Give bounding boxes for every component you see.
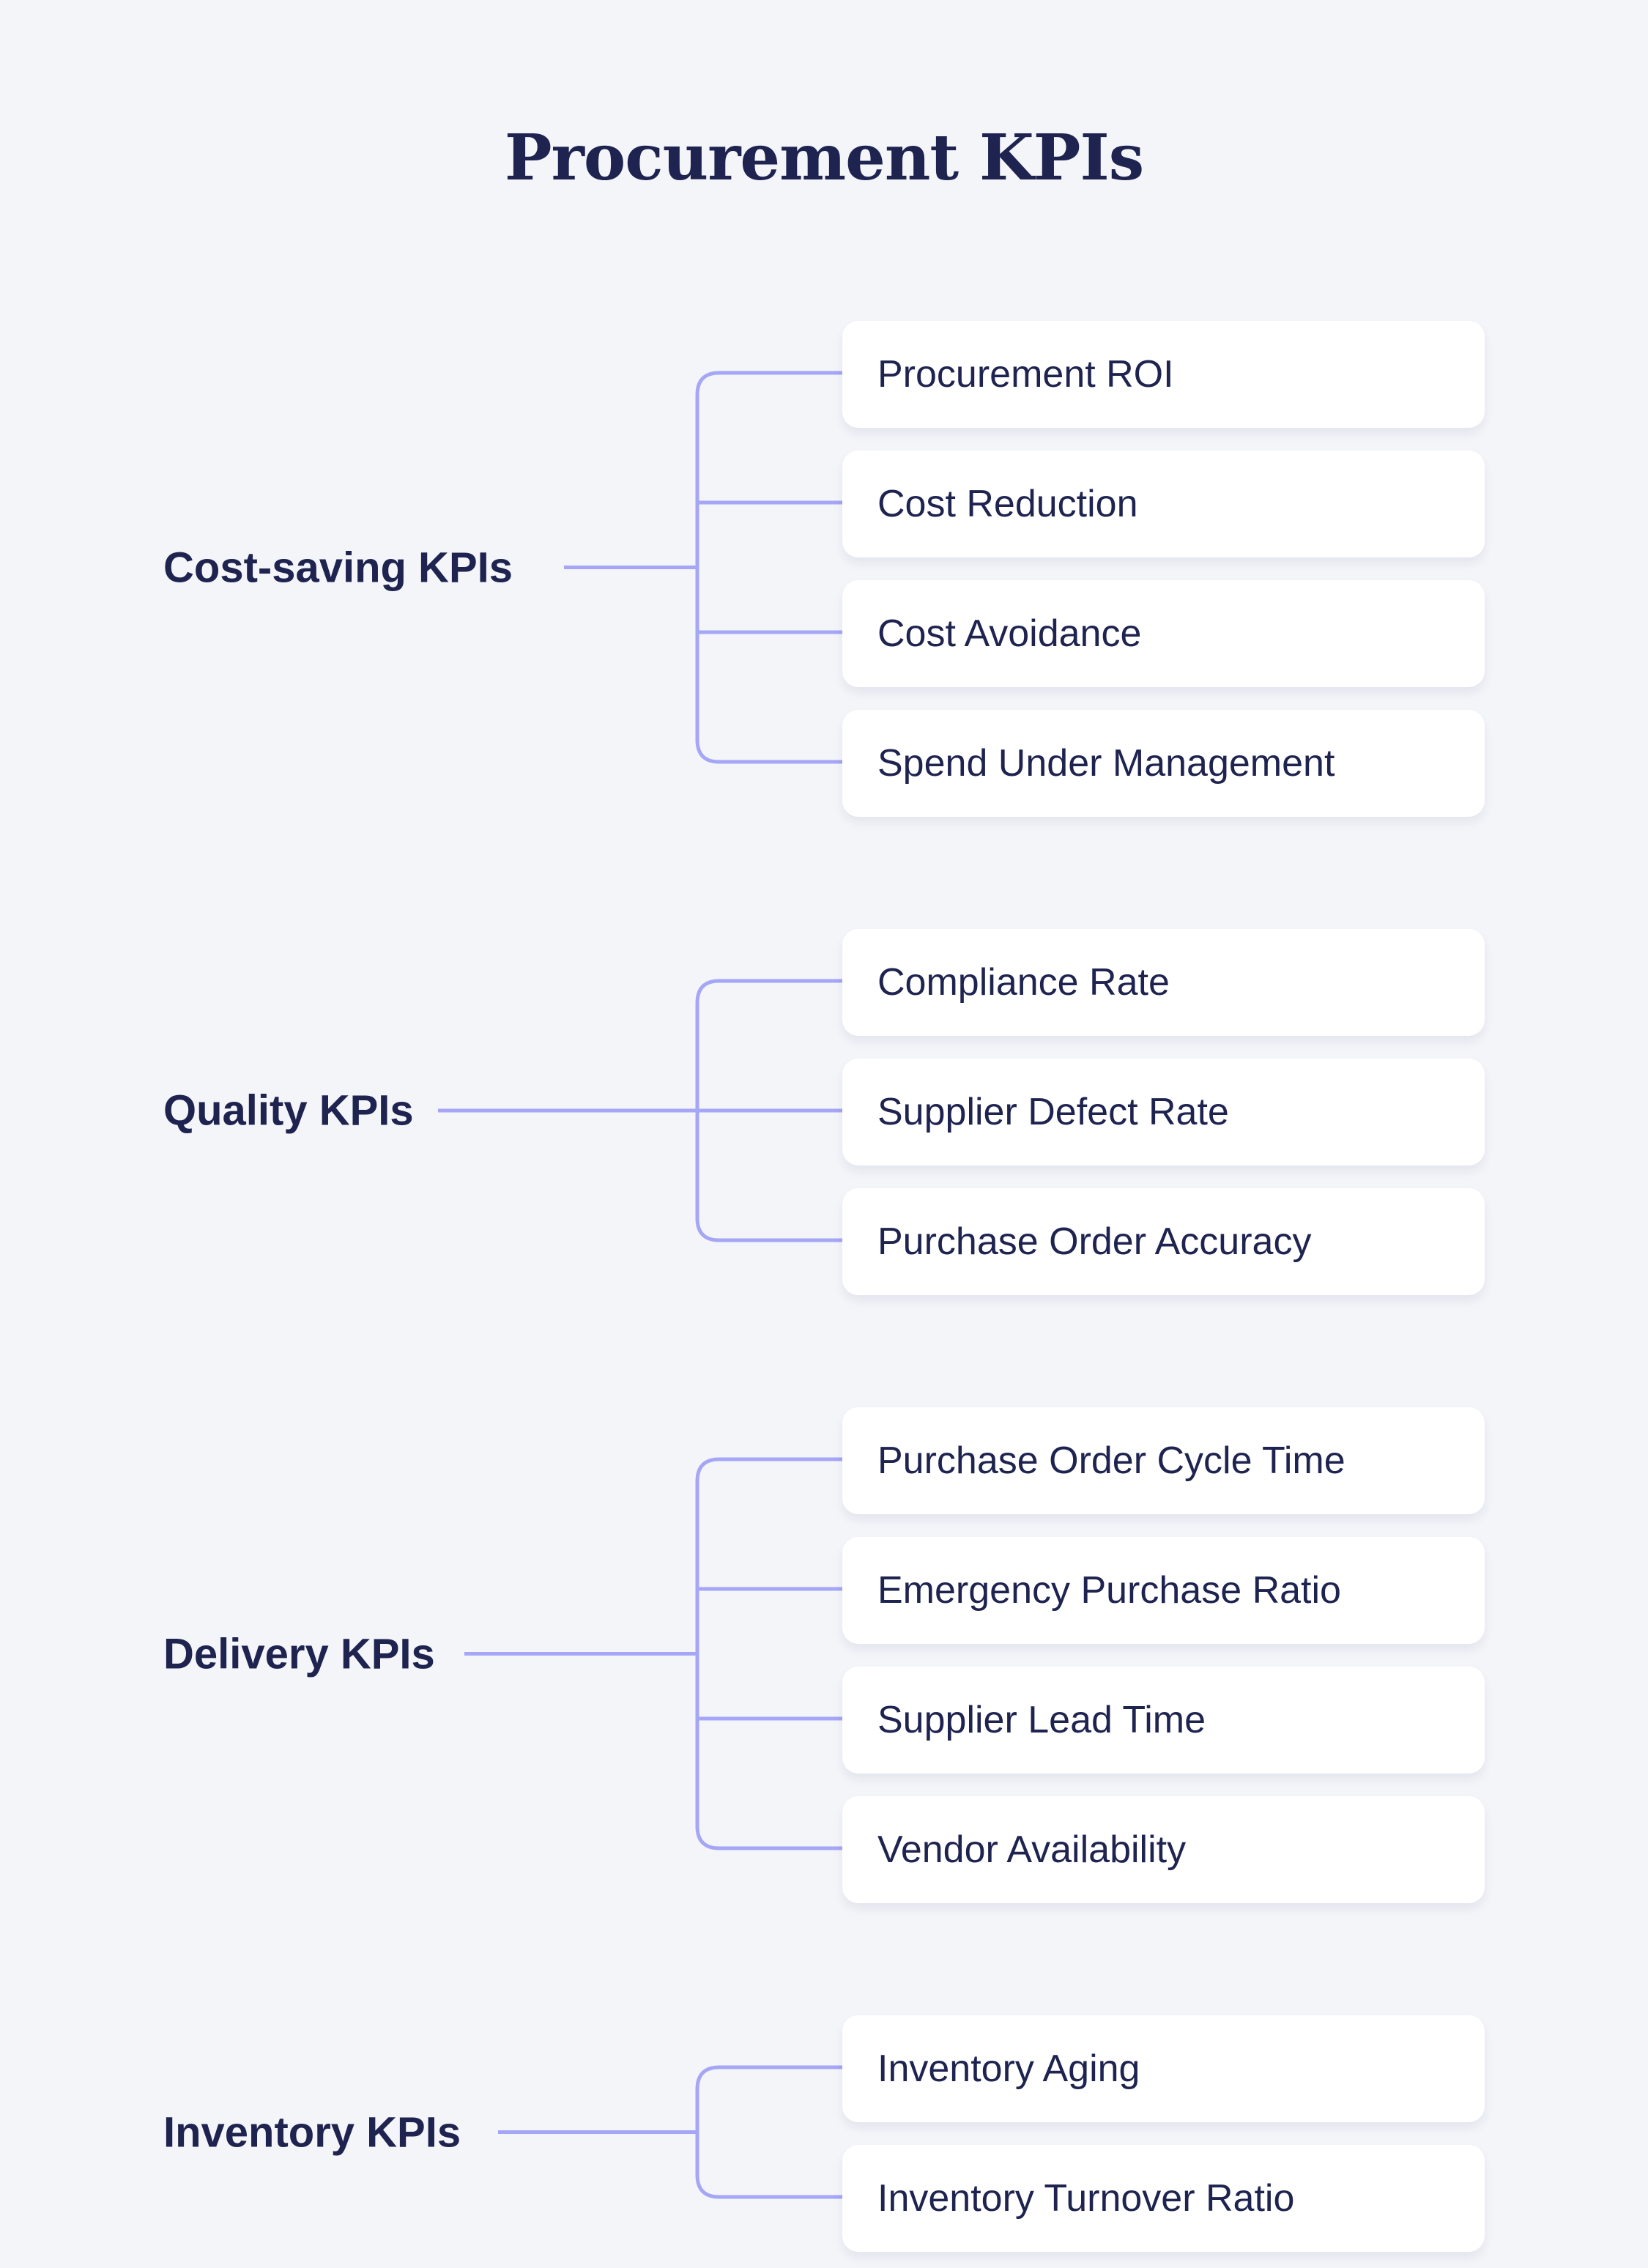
kpi-card-label: Spend Under Management xyxy=(877,742,1335,785)
bracket-connector xyxy=(695,371,842,764)
kpi-card-label: Compliance Rate xyxy=(877,961,1170,1004)
group-label: Inventory KPIs xyxy=(163,2108,461,2156)
bracket-connector xyxy=(695,1457,842,1850)
kpi-card: Cost Reduction xyxy=(842,451,1485,557)
kpi-card-label: Supplier Defect Rate xyxy=(877,1091,1229,1133)
kpi-card: Spend Under Management xyxy=(842,710,1485,817)
kpi-card: Supplier Defect Rate xyxy=(842,1059,1485,1166)
kpi-card: Vendor Availability xyxy=(842,1796,1485,1903)
bracket-connector xyxy=(695,2065,842,2199)
kpi-card: Inventory Turnover Ratio xyxy=(842,2145,1485,2252)
group-label: Delivery KPIs xyxy=(163,1630,435,1678)
kpi-card: Purchase Order Accuracy xyxy=(842,1188,1485,1295)
kpi-card-label: Inventory Aging xyxy=(877,2048,1140,2090)
kpi-card-label: Cost Avoidance xyxy=(877,612,1142,655)
kpi-card: Procurement ROI xyxy=(842,321,1485,428)
kpi-card-label: Purchase Order Cycle Time xyxy=(877,1439,1346,1482)
kpi-card-label: Procurement ROI xyxy=(877,353,1174,396)
kpi-card: Cost Avoidance xyxy=(842,580,1485,687)
kpi-card: Purchase Order Cycle Time xyxy=(842,1407,1485,1514)
kpi-card-label: Purchase Order Accuracy xyxy=(877,1220,1312,1263)
group-label: Cost-saving KPIs xyxy=(163,544,513,591)
kpi-card-label: Vendor Availability xyxy=(877,1828,1187,1871)
kpi-card: Compliance Rate xyxy=(842,929,1485,1036)
kpi-card-label: Inventory Turnover Ratio xyxy=(877,2177,1295,2220)
kpi-card: Supplier Lead Time xyxy=(842,1667,1485,1774)
kpi-card-label: Cost Reduction xyxy=(877,483,1138,525)
kpi-card-label: Emergency Purchase Ratio xyxy=(877,1569,1341,1612)
kpi-card-label: Supplier Lead Time xyxy=(877,1699,1206,1741)
kpi-card: Emergency Purchase Ratio xyxy=(842,1537,1485,1644)
group-label: Quality KPIs xyxy=(163,1086,414,1135)
kpi-card: Inventory Aging xyxy=(842,2015,1485,2122)
